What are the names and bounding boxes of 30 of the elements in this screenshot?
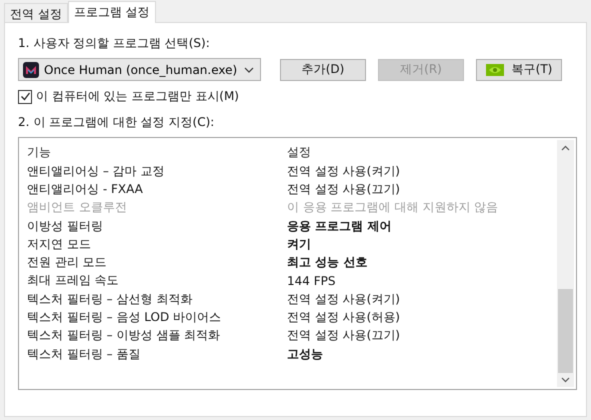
feature-cell[interactable]: 텍스처 필터링 – 음성 LOD 바이어스 bbox=[27, 309, 287, 326]
feature-cell[interactable]: 이방성 필터링 bbox=[27, 218, 287, 235]
feature-cell[interactable]: 앤티앨리어싱 – 감마 교정 bbox=[27, 162, 287, 180]
setting-cell[interactable]: 응용 프로그램 제어 bbox=[287, 218, 557, 235]
setting-cell[interactable]: 전역 설정 사용(끄기) bbox=[287, 180, 557, 198]
checkbox-label: 이 컴퓨터에 있는 프로그램만 표시(M) bbox=[36, 88, 239, 105]
feature-cell[interactable]: 저지연 모드 bbox=[27, 236, 287, 253]
feature-cell[interactable]: 앤티앨리어싱 - FXAA bbox=[27, 180, 287, 198]
setting-cell[interactable]: 전역 설정 사용(끄기) bbox=[287, 327, 557, 344]
program-dropdown[interactable]: Once Human (once_human.exe) bbox=[18, 58, 261, 81]
setting-cell[interactable]: 전역 설정 사용(켜기) bbox=[287, 290, 557, 308]
section-label: 1. 사용자 정의할 프로그램 선택(S): bbox=[18, 35, 211, 52]
setting-cell[interactable]: 144 FPS bbox=[287, 274, 557, 288]
setting-cell[interactable]: 전역 설정 사용(켜기) bbox=[287, 162, 557, 180]
section-label: 2. 이 프로그램에 대한 설정 지정(C): bbox=[18, 114, 216, 131]
feature-cell[interactable]: 최대 프레임 속도 bbox=[27, 272, 287, 290]
action-button[interactable]: 추가(D) bbox=[280, 58, 366, 80]
column-header: 기능 bbox=[27, 144, 52, 160]
tab[interactable]: 프로그램 설정 bbox=[68, 1, 156, 23]
tab[interactable]: 전역 설정 bbox=[4, 3, 68, 22]
setting-cell[interactable]: 최고 성능 선호 bbox=[287, 254, 557, 272]
action-button[interactable]: 복구(T) bbox=[476, 58, 562, 80]
setting-cell[interactable]: 전역 설정 사용(허용) bbox=[287, 309, 557, 326]
setting-cell[interactable]: 켜기 bbox=[287, 236, 557, 253]
setting-cell[interactable]: 고성능 bbox=[287, 346, 557, 363]
feature-cell[interactable]: 텍스처 필터링 – 이방성 샘플 최적화 bbox=[27, 327, 287, 344]
column-header: 설정 bbox=[287, 144, 312, 160]
feature-cell[interactable]: 텍스처 필터링 – 품질 bbox=[27, 346, 287, 363]
feature-cell[interactable]: 텍스처 필터링 – 삼선형 최적화 bbox=[27, 290, 287, 308]
feature-cell[interactable]: 전원 관리 모드 bbox=[27, 254, 287, 272]
